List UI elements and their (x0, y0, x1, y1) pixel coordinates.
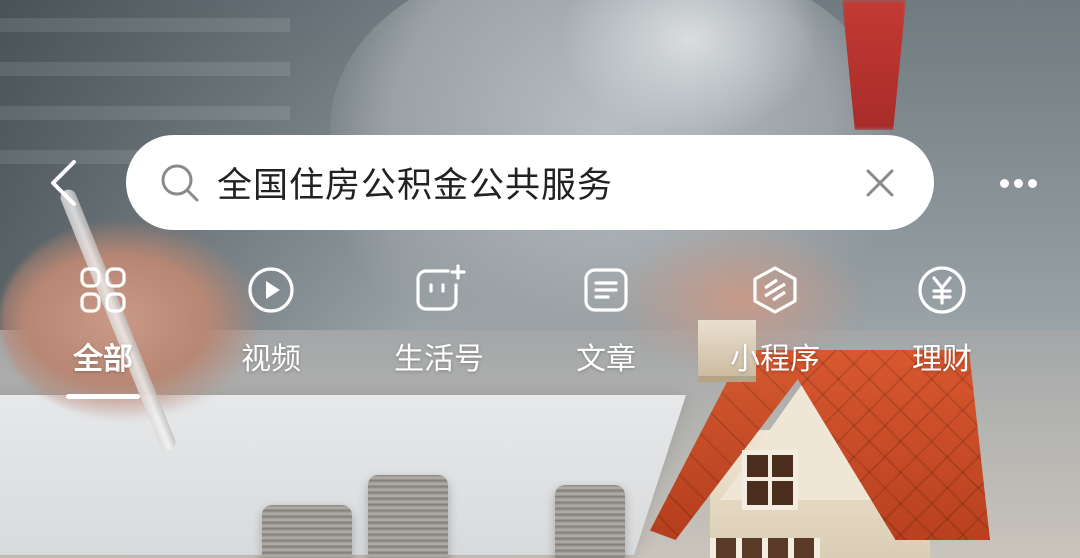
tab-articles[interactable]: 文章 (526, 262, 686, 402)
tab-all[interactable]: 全部 (23, 262, 183, 402)
tab-label: 理财 (912, 342, 972, 377)
mini-program-icon (747, 262, 803, 318)
more-dot (1027, 178, 1037, 188)
document-icon (578, 262, 634, 318)
active-tab-indicator (66, 394, 140, 399)
yuan-icon (914, 262, 970, 318)
back-button[interactable] (38, 152, 88, 214)
tab-video[interactable]: 视频 (191, 262, 351, 402)
search-input[interactable]: 全国住房公积金公共服务 (217, 157, 856, 208)
category-tabs: 全部 视频 生活号 文章 小程序 理财 (0, 262, 1080, 412)
search-icon (158, 161, 202, 205)
more-options-button[interactable] (988, 160, 1048, 206)
tab-mini-programs[interactable]: 小程序 (695, 262, 855, 402)
more-dots-icon (999, 178, 1009, 188)
tab-label: 全部 (73, 342, 133, 377)
close-icon (866, 169, 894, 196)
tab-life-account[interactable]: 生活号 (359, 262, 519, 402)
tab-label: 文章 (576, 342, 636, 377)
play-icon (243, 262, 299, 318)
clear-search-button[interactable] (856, 159, 904, 207)
tab-label: 视频 (241, 342, 301, 377)
tab-finance[interactable]: 理财 (862, 262, 1022, 402)
more-dot (1013, 178, 1023, 188)
tab-label: 生活号 (394, 342, 484, 377)
chevron-left-icon (51, 160, 76, 206)
search-bar[interactable]: 全国住房公积金公共服务 (126, 135, 934, 230)
tab-label: 小程序 (730, 342, 820, 377)
grid-icon (75, 262, 131, 318)
smiley-sparkle-icon (411, 262, 467, 318)
